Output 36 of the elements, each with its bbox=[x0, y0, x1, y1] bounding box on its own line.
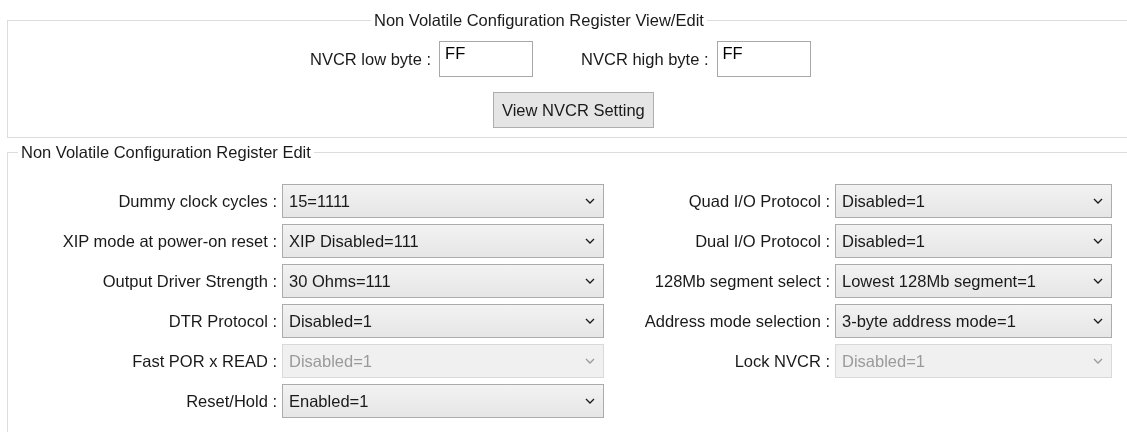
chevron-down-icon bbox=[585, 318, 595, 324]
field-label: 128Mb segment select : bbox=[654, 271, 830, 291]
input-field[interactable]: FF bbox=[716, 41, 811, 77]
chevron-down-icon bbox=[1093, 198, 1103, 204]
dropdown[interactable]: 30 Ohms=111 bbox=[282, 264, 604, 298]
dropdown[interactable]: Disabled=1 bbox=[835, 224, 1112, 258]
dropdown[interactable]: Lowest 128Mb segment=1 bbox=[835, 264, 1112, 298]
chevron-down-icon bbox=[585, 238, 595, 244]
dropdown[interactable]: XIP Disabled=111 bbox=[282, 224, 604, 258]
view-setting-button[interactable]: View NVCR Setting bbox=[493, 92, 654, 128]
field-label: Dual I/O Protocol : bbox=[695, 231, 830, 251]
dropdown[interactable]: Enabled=1 bbox=[282, 384, 604, 418]
field-label: Dummy clock cycles : bbox=[118, 191, 277, 211]
dropdown[interactable]: 3-byte address mode=1 bbox=[835, 304, 1112, 338]
chevron-down-icon bbox=[1093, 318, 1103, 324]
chevron-down-icon bbox=[1093, 358, 1103, 364]
chevron-down-icon bbox=[585, 278, 595, 284]
input-field[interactable]: FF bbox=[439, 41, 534, 77]
field-label: NVCR low byte : bbox=[310, 49, 432, 69]
field-label: Fast POR x READ : bbox=[132, 351, 277, 371]
chevron-down-icon bbox=[585, 198, 595, 204]
chevron-down-icon bbox=[1093, 278, 1103, 284]
field-label: XIP mode at power-on reset : bbox=[62, 231, 277, 251]
field-label: Address mode selection : bbox=[644, 311, 830, 331]
chevron-down-icon bbox=[585, 398, 595, 404]
field-label: Output Driver Strength : bbox=[102, 271, 277, 291]
dropdown[interactable]: Disabled=1 bbox=[835, 184, 1112, 218]
dropdown[interactable]: Disabled=1 bbox=[282, 304, 604, 338]
dropdown[interactable]: 15=1111 bbox=[282, 184, 604, 218]
field-label: NVCR high byte : bbox=[581, 49, 709, 69]
field-label: DTR Protocol : bbox=[168, 311, 277, 331]
chevron-down-icon bbox=[585, 358, 595, 364]
field-label: Lock NVCR : bbox=[734, 351, 830, 371]
chevron-down-icon bbox=[1093, 238, 1103, 244]
field-label: Reset/Hold : bbox=[186, 391, 277, 411]
field-label: Quad I/O Protocol : bbox=[688, 191, 830, 211]
